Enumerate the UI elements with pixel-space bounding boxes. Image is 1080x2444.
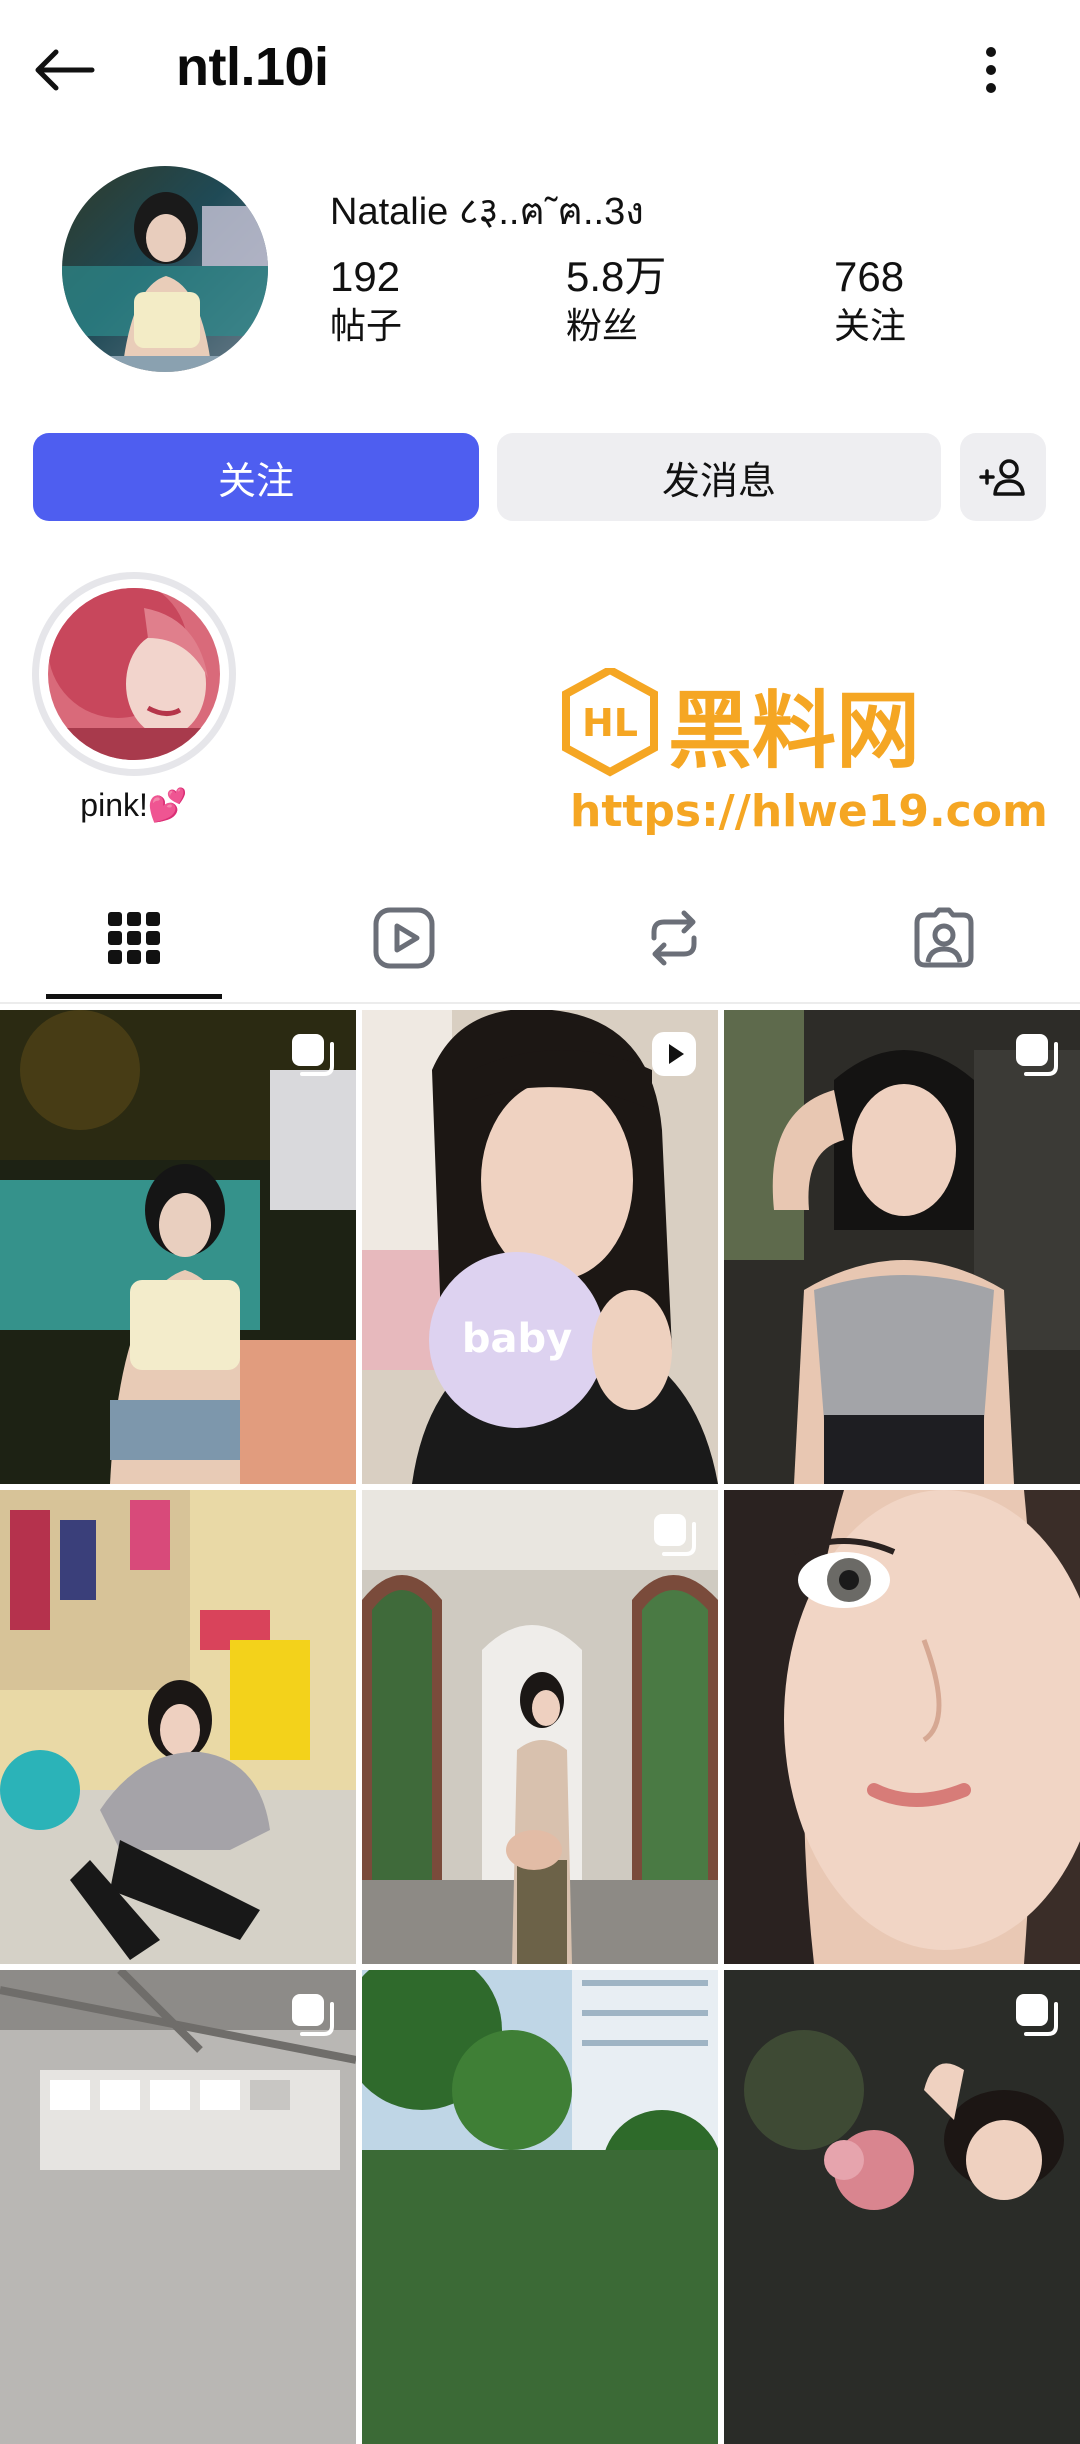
carousel-icon bbox=[1016, 1034, 1058, 1076]
arrow-left-icon bbox=[35, 49, 95, 91]
carousel-icon bbox=[292, 1034, 334, 1076]
post-tile[interactable] bbox=[0, 1010, 356, 1484]
svg-text:黑料网: 黑料网 bbox=[668, 682, 920, 780]
carousel-icon bbox=[654, 1514, 696, 1556]
reels-icon bbox=[373, 907, 435, 969]
stat-followers-count: 5.8万 bbox=[566, 253, 667, 300]
post-image: baby bbox=[362, 1010, 718, 1484]
more-options-button[interactable] bbox=[966, 38, 1016, 102]
post-image bbox=[0, 1490, 356, 1964]
post-image bbox=[362, 1970, 718, 2444]
stat-posts-count: 192 bbox=[330, 253, 401, 300]
profile-avatar[interactable] bbox=[62, 166, 268, 372]
post-tile[interactable] bbox=[362, 1490, 718, 1964]
stat-posts[interactable]: 192 帖子 bbox=[330, 252, 402, 352]
post-tile[interactable] bbox=[362, 1970, 718, 2444]
more-vertical-icon bbox=[986, 47, 996, 93]
post-image bbox=[0, 1010, 356, 1484]
watermark-overlay: HL 黑料网 https://hlwe19.com bbox=[562, 665, 1060, 838]
post-tile[interactable] bbox=[0, 1970, 356, 2444]
follow-button[interactable]: 关注 bbox=[33, 433, 479, 521]
svg-text:https://hlwe19.com: https://hlwe19.com bbox=[570, 786, 1048, 837]
highlight-cover bbox=[48, 588, 220, 760]
svg-text:baby: baby bbox=[462, 1316, 572, 1362]
stat-followers[interactable]: 5.8万 粉丝 bbox=[566, 252, 666, 352]
tab-tagged[interactable] bbox=[856, 878, 1032, 998]
grid-icon bbox=[108, 912, 160, 964]
post-tile[interactable] bbox=[724, 1490, 1080, 1964]
post-image bbox=[724, 1970, 1080, 2444]
post-tile[interactable] bbox=[0, 1490, 356, 1964]
top-bar: ntl.10i bbox=[0, 0, 1080, 140]
carousel-icon bbox=[292, 1994, 334, 2036]
story-highlight[interactable]: pink!💕 bbox=[32, 572, 236, 824]
post-tile[interactable] bbox=[724, 1970, 1080, 2444]
stat-posts-label: 帖子 bbox=[330, 306, 403, 347]
add-user-icon bbox=[979, 459, 1025, 496]
highlight-label: pink!💕 bbox=[80, 787, 188, 823]
profile-username: ntl.10i bbox=[176, 37, 329, 97]
reel-icon bbox=[652, 1032, 696, 1076]
message-button[interactable]: 发消息 bbox=[497, 433, 941, 521]
stat-following-label: 关注 bbox=[834, 306, 907, 347]
post-tile[interactable] bbox=[724, 1010, 1080, 1484]
tab-reels[interactable] bbox=[316, 878, 492, 998]
profile-display-name: Natalie ८३..ฅ˜ฅ..3ง bbox=[330, 191, 644, 233]
svg-text:HL: HL bbox=[582, 701, 638, 745]
post-image bbox=[724, 1490, 1080, 1964]
post-image bbox=[724, 1010, 1080, 1484]
back-button[interactable] bbox=[26, 40, 102, 100]
repost-icon bbox=[651, 910, 697, 966]
post-image bbox=[0, 1970, 356, 2444]
stat-following-count: 768 bbox=[834, 253, 905, 300]
stat-following[interactable]: 768 关注 bbox=[834, 252, 906, 352]
post-image bbox=[362, 1490, 718, 1964]
profile-tabs bbox=[0, 878, 1080, 1004]
active-tab-indicator bbox=[46, 994, 222, 999]
avatar-image bbox=[62, 166, 268, 372]
suggested-users-button[interactable] bbox=[960, 433, 1046, 521]
carousel-icon bbox=[1016, 1994, 1058, 2036]
tab-reposts[interactable] bbox=[586, 878, 762, 998]
tagged-icon bbox=[914, 907, 974, 968]
post-tile[interactable]: baby bbox=[362, 1010, 718, 1484]
stat-followers-label: 粉丝 bbox=[566, 306, 639, 347]
watermark-logo: HL 黑料网 https://hlwe19.com bbox=[562, 665, 1048, 837]
tabs-divider bbox=[0, 1002, 1080, 1004]
tab-posts-grid[interactable] bbox=[46, 878, 222, 998]
highlight-ring bbox=[32, 572, 236, 776]
